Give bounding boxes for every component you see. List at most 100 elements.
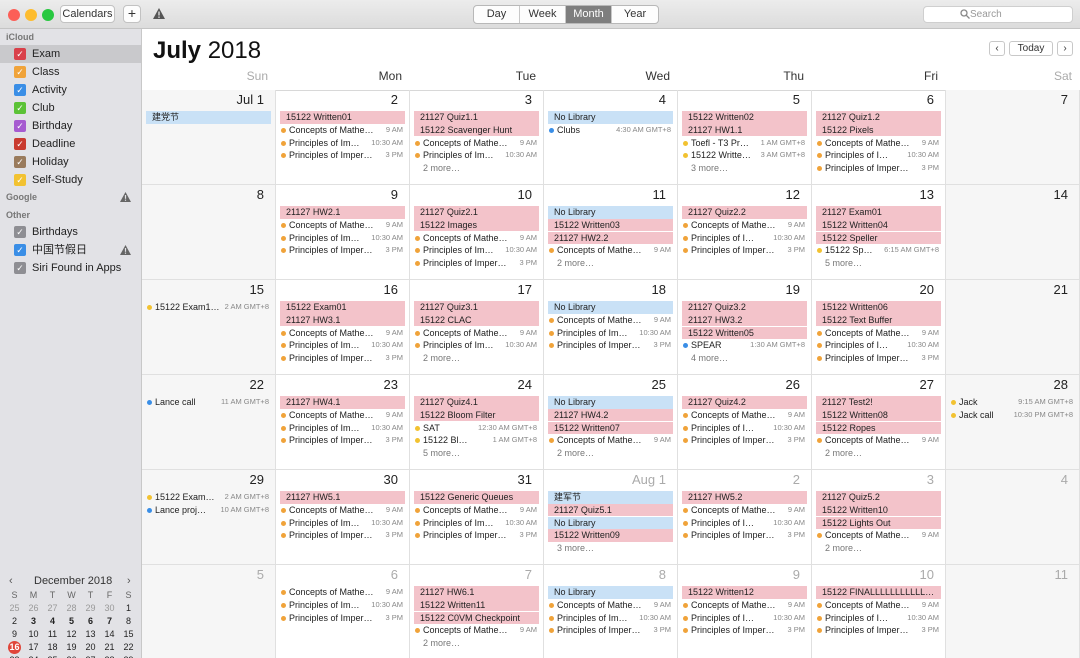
all-day-event[interactable]: 15122 Written05 xyxy=(682,326,807,340)
timed-event[interactable]: Principles of I… 10:30 AM xyxy=(816,339,941,352)
mini-day[interactable]: 3 xyxy=(24,615,43,628)
timed-event[interactable]: Principles of Imper… 3 PM xyxy=(280,352,405,365)
timed-event[interactable]: Principles of Im… 10:30 AM xyxy=(280,516,405,530)
all-day-event[interactable]: No Library xyxy=(548,396,673,409)
all-day-event[interactable]: 21127 HW6.1 xyxy=(414,586,539,599)
mini-next-button[interactable]: › xyxy=(127,575,131,587)
mini-day[interactable]: 27 xyxy=(43,602,62,615)
mini-day[interactable]: 24 xyxy=(24,654,43,658)
all-day-event[interactable]: 21127 HW1.1 xyxy=(682,123,807,137)
more-events-link[interactable]: 2 more… xyxy=(816,447,941,460)
timed-event[interactable]: Principles of I… 10:30 AM xyxy=(816,149,941,162)
sidebar-item[interactable]: ✓ 中国节假日 xyxy=(0,241,141,259)
timed-event[interactable]: Concepts of Mathe… 9 AM xyxy=(280,326,405,340)
timed-event[interactable]: Principles of Im… 10:30 AM xyxy=(414,339,539,352)
timed-event[interactable]: Concepts of Mathe… 9 AM xyxy=(816,136,941,150)
timed-event[interactable]: Concepts of Mathe… 9 AM xyxy=(548,313,673,327)
timed-event[interactable]: 15122 Exam1… 2 AM GMT+8 xyxy=(146,301,271,314)
all-day-event[interactable]: 15122 Written04 xyxy=(816,218,941,232)
all-day-event[interactable]: 15122 Written06 xyxy=(816,301,941,314)
day-cell[interactable]: 7 21127 HW6.1 15122 Written11 15122 C0VM Ch… xyxy=(410,565,544,658)
sidebar-item[interactable]: ✓ Exam xyxy=(0,45,141,63)
all-day-event[interactable]: No Library xyxy=(548,516,673,530)
day-cell[interactable]: 2 21127 HW5.2 Concepts of Mathe… 9 AM Princi… xyxy=(678,470,812,565)
all-day-event[interactable]: No Library xyxy=(548,111,673,124)
day-cell[interactable]: 11 xyxy=(946,565,1080,658)
timed-event[interactable]: Principles of Imper… 3 PM xyxy=(682,244,807,257)
timed-event[interactable]: Principles of Imper… 3 PM xyxy=(682,624,807,637)
calendar-checkbox[interactable]: ✓ xyxy=(14,84,26,96)
all-day-event[interactable]: No Library xyxy=(548,586,673,599)
mini-day[interactable]: 23 xyxy=(5,654,24,658)
view-tab-month[interactable]: Month xyxy=(566,6,612,23)
timed-event[interactable]: Principles of Imper… 3 PM xyxy=(816,624,941,637)
timed-event[interactable]: Principles of Im… 10:30 AM xyxy=(414,244,539,257)
mini-day[interactable]: 16 xyxy=(5,641,24,654)
timed-event[interactable]: Clubs 4:30 AM GMT+8 xyxy=(548,123,673,137)
today-button[interactable]: Today xyxy=(1009,41,1053,56)
timed-event[interactable]: Concepts of Mathe… 9 AM xyxy=(682,503,807,517)
all-day-event[interactable]: 15122 Written11 xyxy=(414,598,539,612)
sidebar-item[interactable]: ✓ Activity xyxy=(0,81,141,99)
calendar-checkbox[interactable]: ✓ xyxy=(14,174,26,186)
timed-event[interactable]: Concepts of Mathe… 9 AM xyxy=(682,218,807,232)
calendars-button[interactable]: Calendars xyxy=(60,5,115,23)
more-events-link[interactable]: 3 more… xyxy=(548,542,673,555)
mini-day[interactable]: 22 xyxy=(119,641,138,654)
timed-event[interactable]: Concepts of Mathe… 9 AM xyxy=(816,326,941,340)
calendar-warning-icon[interactable] xyxy=(119,244,132,256)
view-tab-day[interactable]: Day xyxy=(474,6,520,23)
mini-day[interactable]: 18 xyxy=(43,641,62,654)
sidebar-item[interactable]: ✓ Deadline xyxy=(0,135,141,153)
timed-event[interactable]: Concepts of Mathe… 9 AM xyxy=(280,218,405,232)
day-cell[interactable]: 3 21127 Quiz5.2 15122 Written10 15122 Light… xyxy=(812,470,946,565)
day-cell[interactable]: 22 Lance call 11 AM GMT+8 xyxy=(142,375,276,470)
all-day-event[interactable]: 21127 HW4.2 xyxy=(548,408,673,422)
all-day-event[interactable]: 21127 Quiz3.2 xyxy=(682,301,807,314)
timed-event[interactable]: Principles of Imper… 3 PM xyxy=(414,529,539,542)
day-cell[interactable]: 11 No Library 15122 Written03 21127 HW2.2 Co… xyxy=(544,185,678,280)
mini-prev-button[interactable]: ‹ xyxy=(9,575,13,587)
day-cell[interactable]: 27 21127 Test2! 15122 Written08 15122 Ropes… xyxy=(812,375,946,470)
sidebar-item[interactable]: ✓ Self-Study xyxy=(0,171,141,189)
calendar-checkbox[interactable]: ✓ xyxy=(14,226,26,238)
all-day-event[interactable]: 21127 Quiz4.2 xyxy=(682,396,807,409)
mini-day[interactable]: 27 xyxy=(81,654,100,658)
day-cell[interactable]: 3 21127 Quiz1.1 15122 Scavenger Hunt Concep… xyxy=(410,90,544,185)
calendar-checkbox[interactable]: ✓ xyxy=(14,156,26,168)
all-day-event[interactable]: 15122 FINALLLLLLLLLLL… xyxy=(816,586,941,599)
day-cell[interactable]: 15 15122 Exam1… 2 AM GMT+8 xyxy=(142,280,276,375)
timed-event[interactable]: Principles of Im… 10:30 AM xyxy=(548,326,673,340)
mini-day[interactable]: 8 xyxy=(119,615,138,628)
all-day-event[interactable]: 15122 Written12 xyxy=(682,586,807,599)
sidebar-item[interactable]: ✓ Birthday xyxy=(0,117,141,135)
all-day-event[interactable]: 21127 Quiz3.1 xyxy=(414,301,539,314)
day-cell[interactable]: 6 Concepts of Mathe… 9 AM Principles of Im…… xyxy=(276,565,410,658)
all-day-event[interactable]: 15122 Text Buffer xyxy=(816,313,941,327)
timed-event[interactable]: Concepts of Mathe… 9 AM xyxy=(414,231,539,245)
day-cell[interactable]: 2 15122 Written01 Concepts of Mathe… 9 AM Pr… xyxy=(276,90,410,185)
timed-event[interactable]: Concepts of Mathe… 9 AM xyxy=(682,598,807,612)
day-cell[interactable]: 17 21127 Quiz3.1 15122 CLAC Concepts of Mat… xyxy=(410,280,544,375)
timed-event[interactable]: Concepts of Mathe… 9 AM xyxy=(816,529,941,542)
all-day-event[interactable]: 21127 Quiz4.1 xyxy=(414,396,539,409)
timed-event[interactable]: Concepts of Mathe… 9 AM xyxy=(548,434,673,447)
timed-event[interactable]: Principles of Imper… 3 PM xyxy=(414,257,539,270)
more-events-link[interactable]: 5 more… xyxy=(414,447,539,460)
timed-event[interactable]: Concepts of Mathe… 9 AM xyxy=(548,244,673,257)
all-day-event[interactable]: 15122 C0VM Checkpoint xyxy=(414,611,539,625)
timed-event[interactable]: Concepts of Mathe… 9 AM xyxy=(280,408,405,422)
all-day-event[interactable]: 21127 Test2! xyxy=(816,396,941,409)
mini-day[interactable]: 14 xyxy=(100,628,119,641)
all-day-event[interactable]: 15122 Images xyxy=(414,218,539,232)
more-events-link[interactable]: 2 more… xyxy=(414,352,539,365)
all-day-event[interactable]: 21127 HW3.1 xyxy=(280,313,405,327)
close-window-button[interactable] xyxy=(8,9,20,21)
all-day-event[interactable]: 15122 Written01 xyxy=(280,111,405,124)
more-events-link[interactable]: 4 more… xyxy=(682,352,807,365)
timed-event[interactable]: SAT 12:30 AM GMT+8 xyxy=(414,421,539,435)
calendar-checkbox[interactable]: ✓ xyxy=(14,244,26,256)
add-event-button[interactable]: + xyxy=(123,5,141,23)
mini-day[interactable]: 7 xyxy=(100,615,119,628)
timed-event[interactable]: Principles of I… 10:30 AM xyxy=(682,516,807,530)
